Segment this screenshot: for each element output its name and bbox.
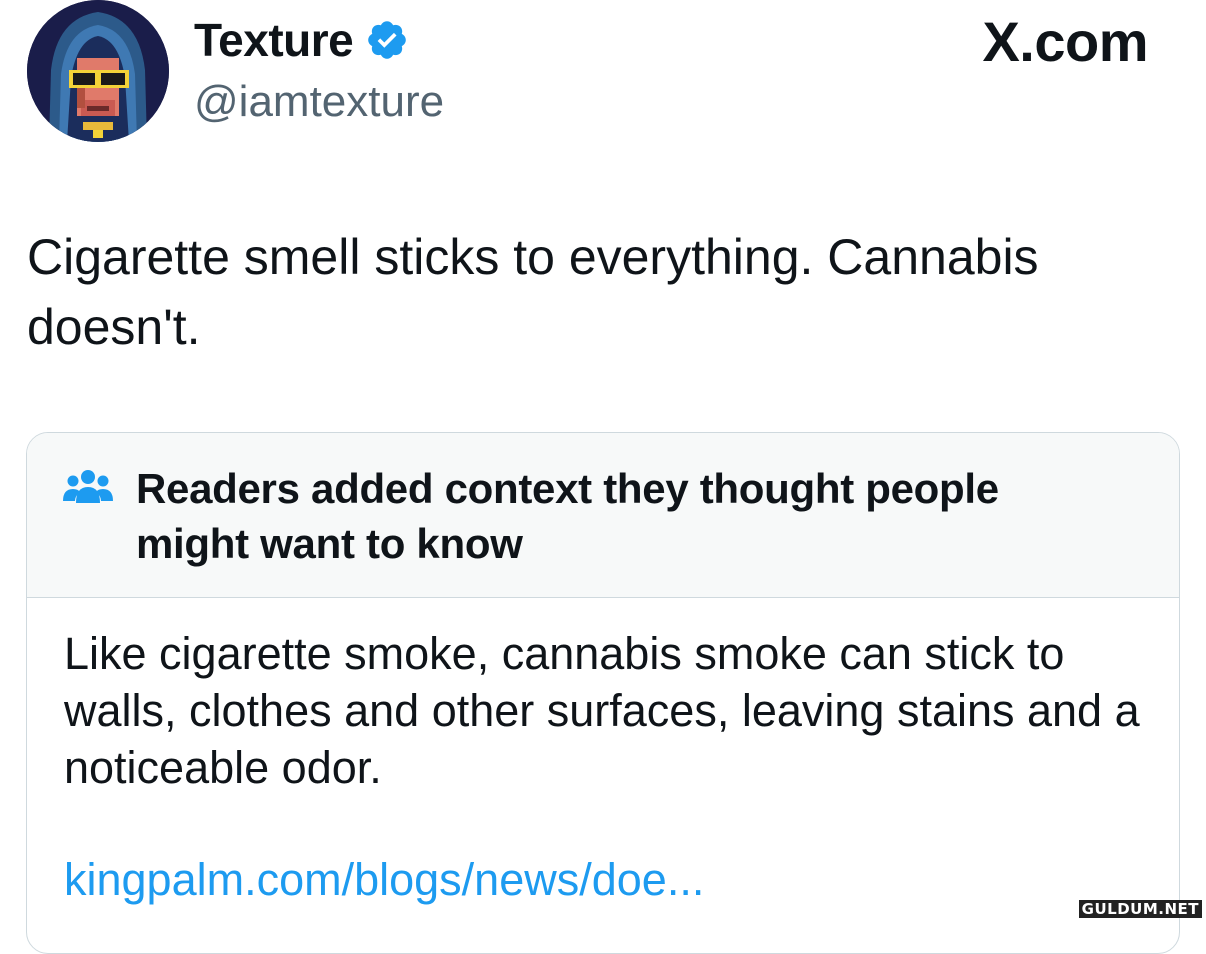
tweet-header: Texture @iamtexture X.com (0, 0, 1206, 150)
community-note-body: Like cigarette smoke, cannabis smoke can… (64, 628, 1140, 793)
community-note: Readers added context they thought peopl… (26, 432, 1180, 954)
tweet-text: Cigarette smell sticks to everything. Ca… (27, 229, 1039, 355)
community-note-title: Readers added context they thought peopl… (136, 465, 999, 567)
watermark: GULDUM.NET (1078, 900, 1202, 918)
community-note-link[interactable]: kingpalm.com/blogs/news/doe... (64, 851, 704, 908)
avatar[interactable] (27, 0, 169, 142)
display-name[interactable]: Texture (194, 12, 354, 68)
name-row: Texture (194, 12, 409, 68)
user-handle[interactable]: @iamtexture (194, 74, 444, 130)
people-group-icon (63, 469, 113, 505)
verified-badge-icon (365, 18, 409, 62)
brand-logo: X.com (982, 10, 1148, 73)
avatar-image (27, 0, 169, 142)
community-note-header: Readers added context they thought peopl… (27, 433, 1179, 598)
